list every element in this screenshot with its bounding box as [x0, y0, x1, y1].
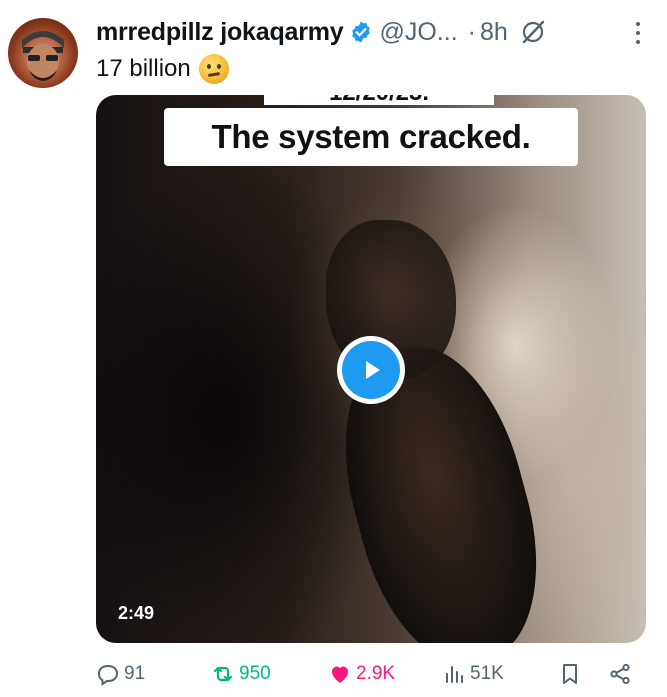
reply-count: 91 [124, 663, 146, 684]
thinking-face-emoji [198, 54, 229, 84]
views-icon [446, 666, 463, 683]
like-button[interactable]: 2.9K [328, 662, 395, 686]
video-caption-top: 12/20/23. [264, 95, 494, 107]
video-duration: 2:49 [118, 603, 155, 623]
like-count: 2.9K [356, 663, 396, 684]
handle[interactable]: @JO... [379, 18, 457, 47]
video-player[interactable]: 12/20/23. The system cracked. 2:49 [96, 95, 646, 643]
view-count: 51K [470, 663, 504, 684]
reply-button[interactable]: 91 [96, 662, 145, 686]
avatar[interactable] [8, 18, 78, 88]
verified-badge-icon [352, 21, 371, 43]
timestamp[interactable]: 8h [480, 18, 508, 47]
grok-icon[interactable] [520, 19, 546, 45]
video-caption-top-text: 12/20/23. [264, 95, 494, 107]
post-header: mrredpillz jokaqarmy @JO... · 8h [96, 14, 667, 50]
more-icon[interactable] [635, 22, 641, 46]
avatar-image [22, 31, 64, 81]
post-text-content: 17 billion [96, 55, 191, 82]
share-button[interactable] [608, 662, 632, 686]
play-button[interactable] [337, 336, 405, 404]
like-icon [332, 666, 348, 683]
post-text: 17 billion [96, 54, 229, 84]
share-icon [610, 663, 630, 685]
reply-icon [97, 664, 119, 686]
separator: · [467, 17, 476, 46]
video-caption: The system cracked. [164, 108, 578, 166]
bookmark-button[interactable] [558, 662, 582, 686]
bookmark-icon [563, 664, 577, 684]
repost-icon [213, 666, 233, 682]
views-button[interactable]: 51K [442, 662, 504, 686]
repost-button[interactable]: 950 [211, 662, 271, 686]
play-icon [342, 341, 400, 399]
display-name[interactable]: mrredpillz jokaqarmy [96, 18, 344, 47]
action-bar: 91 950 2.9K 51K [96, 662, 636, 692]
repost-count: 950 [239, 663, 271, 684]
